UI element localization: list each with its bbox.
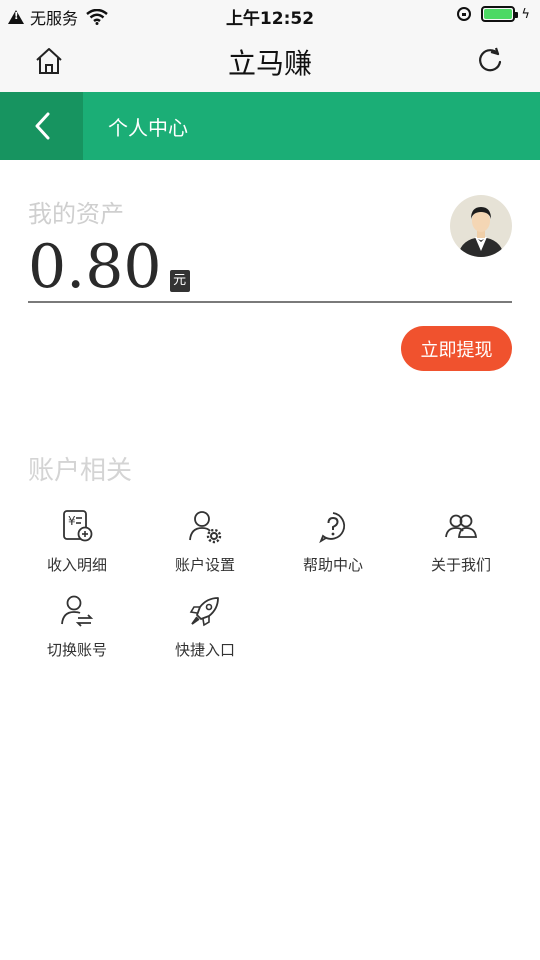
balance-row: 0.80 元	[28, 230, 190, 300]
menu-item-label: 切换账号	[46, 641, 107, 659]
menu-item-income-detail[interactable]: ¥ 收入明细	[13, 508, 141, 588]
menu-item-account-settings[interactable]: 账户设置	[141, 508, 269, 588]
account-settings-icon	[189, 511, 222, 544]
help-icon	[319, 512, 346, 544]
divider	[28, 301, 512, 303]
balance-amount: 0.80	[28, 232, 162, 302]
assets-label: 我的资产	[28, 200, 124, 228]
chevron-left-icon	[35, 112, 49, 140]
rocket-icon	[189, 597, 219, 627]
about-us-icon	[445, 514, 478, 538]
withdraw-button[interactable]: 立即提现	[401, 326, 512, 371]
menu-item-label: 收入明细	[46, 556, 107, 574]
currency-unit: 元	[169, 270, 190, 292]
section-title: 账户相关	[28, 456, 133, 486]
title-bar: 立马赚	[0, 30, 540, 92]
menu-item-label: 快捷入口	[174, 641, 235, 659]
menu-item-label: 账户设置	[174, 556, 235, 574]
status-bar-right: ϟ	[457, 6, 530, 22]
back-button[interactable]	[0, 92, 83, 160]
page-header: 个人中心	[0, 92, 540, 160]
menu-item-about-us[interactable]: 关于我们	[397, 508, 525, 588]
rotation-lock-icon	[457, 7, 472, 21]
user-avatar-icon	[458, 207, 504, 257]
income-detail-icon: ¥	[63, 510, 93, 542]
svg-text:¥: ¥	[68, 514, 76, 528]
menu-item-help-center[interactable]: 帮助中心	[269, 508, 397, 588]
charging-icon: ϟ	[521, 6, 530, 22]
page-title: 个人中心	[108, 116, 188, 140]
menu-item-shortcut[interactable]: 快捷入口	[141, 593, 269, 673]
menu-item-label: 关于我们	[430, 556, 491, 574]
app-title: 立马赚	[227, 47, 312, 80]
battery-icon	[481, 6, 519, 22]
menu-item-switch-account[interactable]: 切换账号	[13, 593, 141, 673]
switch-account-icon	[61, 595, 94, 627]
status-bar: 无服务 上午12:52 ϟ	[0, 0, 540, 30]
refresh-icon[interactable]	[476, 46, 504, 74]
avatar[interactable]	[450, 195, 512, 257]
menu-item-label: 帮助中心	[302, 556, 363, 574]
